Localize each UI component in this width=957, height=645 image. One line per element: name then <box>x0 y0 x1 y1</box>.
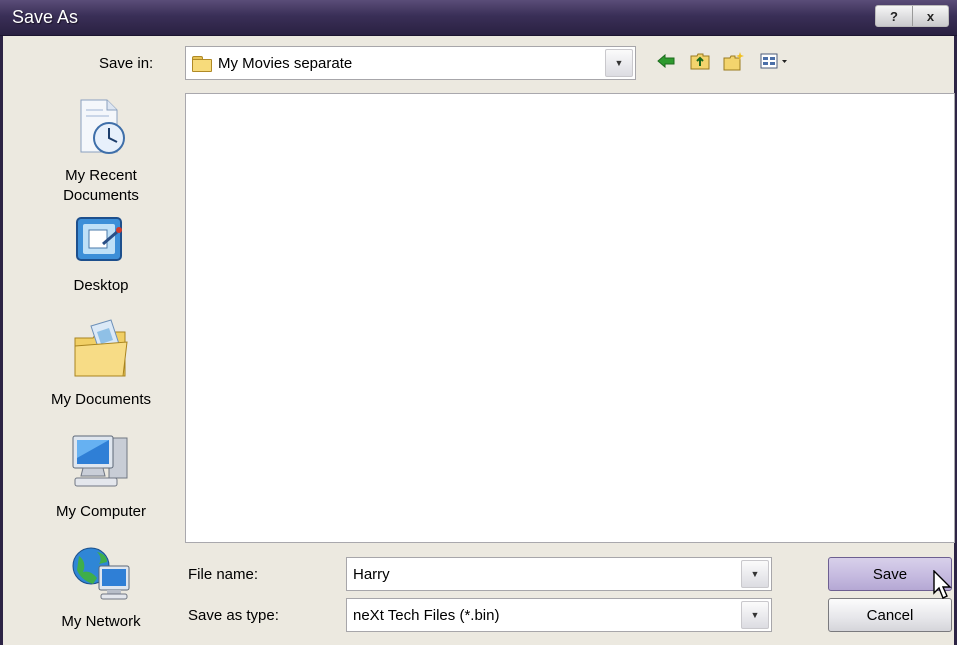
place-label-line1: My Documents <box>50 391 152 408</box>
place-my-documents[interactable]: My Documents <box>31 318 171 410</box>
my-documents-icon <box>31 318 171 386</box>
desktop-icon <box>31 214 171 272</box>
up-folder-icon[interactable] <box>689 50 711 72</box>
place-my-network[interactable]: My Network <box>31 544 171 632</box>
recent-documents-icon <box>31 96 171 162</box>
help-button[interactable]: ? <box>876 6 912 26</box>
save-as-type-label: Save as type: <box>188 607 279 624</box>
save-as-type-dropdown[interactable]: neXt Tech Files (*.bin) ▼ <box>346 598 772 632</box>
new-folder-icon[interactable] <box>723 50 745 72</box>
my-computer-icon <box>31 432 171 498</box>
back-icon[interactable] <box>655 50 677 72</box>
place-label-line1: My Recent <box>65 167 137 184</box>
file-name-value[interactable]: Harry <box>347 566 741 583</box>
my-network-icon <box>31 544 171 608</box>
save-in-label: Save in: <box>99 55 154 72</box>
save-as-type-value: neXt Tech Files (*.bin) <box>353 606 500 624</box>
chevron-down-icon[interactable]: ▼ <box>605 49 633 77</box>
place-my-computer[interactable]: My Computer <box>31 432 171 522</box>
file-list-view[interactable] <box>185 93 955 543</box>
folder-icon <box>192 56 212 72</box>
chevron-down-icon[interactable]: ▼ <box>741 601 769 629</box>
title-buttons: ? x <box>875 5 949 27</box>
title-bar[interactable]: Save As ? x <box>0 0 957 36</box>
view-menu-icon[interactable] <box>757 50 793 72</box>
chevron-down-icon[interactable]: ▼ <box>741 560 769 588</box>
place-desktop[interactable]: Desktop <box>31 214 171 296</box>
file-name-field[interactable]: Harry ▼ <box>346 557 772 591</box>
mouse-pointer-icon <box>933 569 953 604</box>
close-button[interactable]: x <box>912 6 948 26</box>
file-name-label: File name: <box>188 566 259 583</box>
place-label-line1: Desktop <box>73 277 129 294</box>
place-label-line1: My Computer <box>55 503 147 520</box>
place-label-line2: Documents <box>63 187 139 204</box>
place-label-line1: My Network <box>61 613 141 630</box>
save-in-dropdown[interactable]: My Movies separate ▼ <box>185 46 636 80</box>
place-my-recent-documents[interactable]: My Recent Documents <box>31 96 171 206</box>
toolbar <box>655 50 793 72</box>
save-in-value: My Movies separate <box>218 54 353 72</box>
window-title: Save As <box>12 7 79 27</box>
save-as-dialog: Save As ? x Save in: My Movies separate … <box>0 0 957 645</box>
